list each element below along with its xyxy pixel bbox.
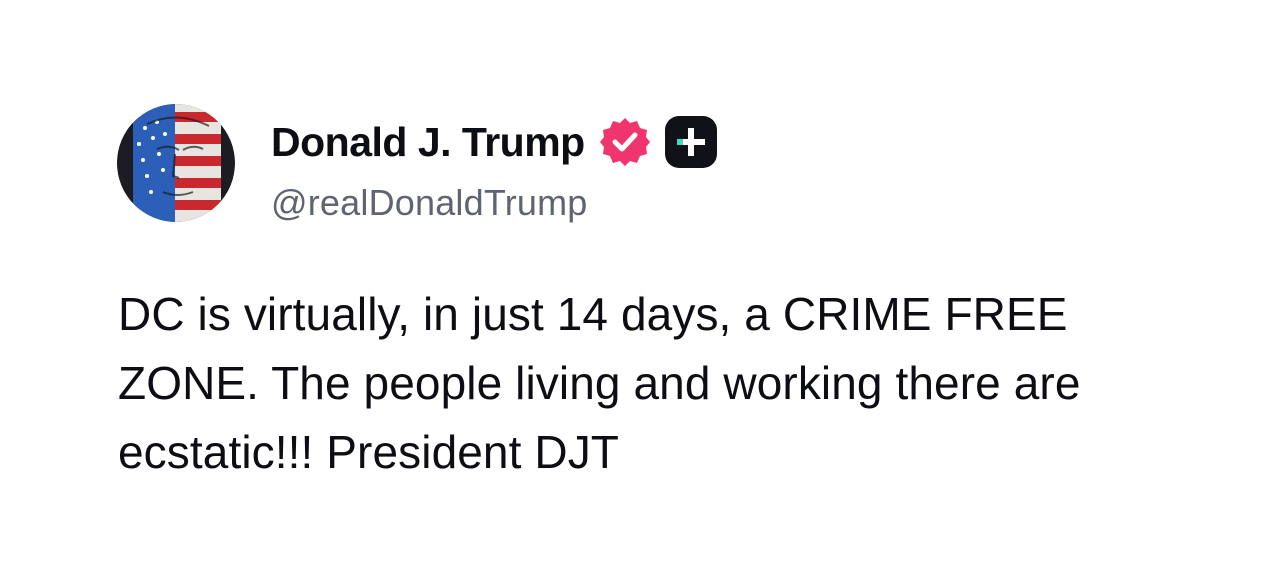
author-handle[interactable]: @realDonaldTrump: [271, 182, 718, 224]
post-body-text: DC is virtually, in just 14 days, a CRIM…: [118, 288, 1081, 478]
avatar-image: [117, 104, 235, 222]
verified-badge-icon: [599, 116, 651, 168]
plus-badge-icon: [664, 115, 718, 169]
post-card: Donald J. Trump @realDonaldTrump DC is v…: [0, 0, 1280, 574]
post-header: Donald J. Trump @realDonaldTrump: [271, 114, 718, 224]
name-row: Donald J. Trump: [271, 114, 718, 170]
avatar[interactable]: [117, 104, 235, 222]
author-display-name[interactable]: Donald J. Trump: [271, 119, 585, 166]
